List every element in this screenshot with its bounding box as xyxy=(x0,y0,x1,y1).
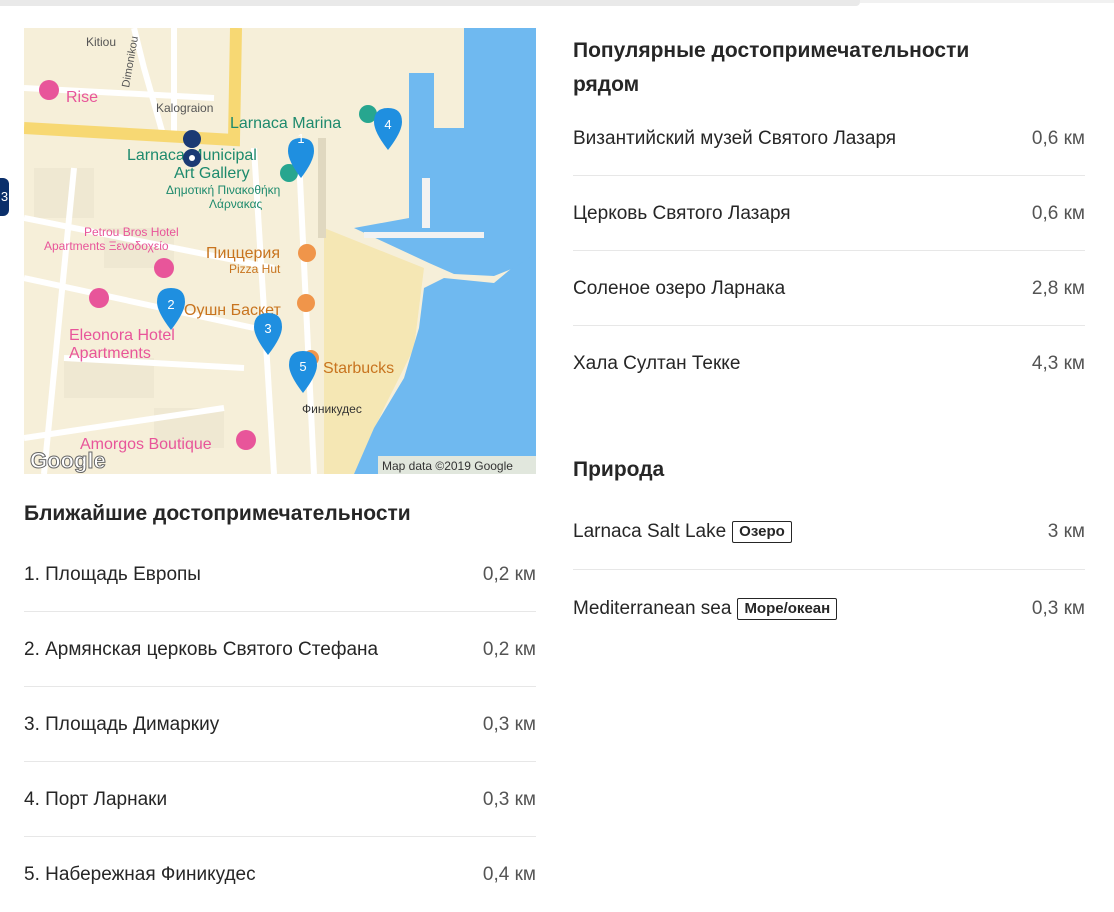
nature-item: Larnaca Salt Lake Озеро xyxy=(573,493,792,570)
list-item[interactable]: 5. Набережная Финикудес 0,4 км xyxy=(24,837,536,912)
svg-text:5: 5 xyxy=(299,359,306,374)
list-item[interactable]: 3. Площадь Димаркиу 0,3 км xyxy=(24,687,536,762)
nature-item-distance: 0,3 км xyxy=(1031,598,1085,619)
svg-text:3: 3 xyxy=(264,321,271,336)
svg-text:4: 4 xyxy=(384,117,391,132)
top-scroll-strip xyxy=(0,0,860,6)
popular-title-line1: Популярные достопримечательности xyxy=(573,39,970,62)
nearest-item-name: 2. Армянская церковь Святого Стефана xyxy=(24,639,379,660)
svg-text:Финикудес: Финикудес xyxy=(302,402,362,416)
svg-text:Pizza Hut: Pizza Hut xyxy=(229,262,281,276)
svg-text:Art Gallery: Art Gallery xyxy=(174,165,250,182)
nearest-item-distance: 0,2 км xyxy=(482,564,536,585)
popular-item-name: Византийский музей Святого Лазаря xyxy=(573,128,897,149)
svg-text:Apartments Ξενοδοχείο: Apartments Ξενοδοχείο xyxy=(44,239,169,253)
list-item[interactable]: Larnaca Salt Lake Озеро 3 км xyxy=(573,493,1085,570)
svg-text:Apartments: Apartments xyxy=(69,345,151,362)
top-strip-right xyxy=(860,0,1114,3)
popular-item-distance: 2,8 км xyxy=(1031,278,1085,299)
list-item[interactable]: Хала Султан Текке 4,3 км xyxy=(573,326,1085,401)
nearest-item-name: 1. Площадь Европы xyxy=(24,564,201,585)
svg-text:Larnaca Marina: Larnaca Marina xyxy=(230,115,341,132)
nearest-title: Ближайшие достопримечательности xyxy=(24,502,411,525)
category-badge: Море/океан xyxy=(737,597,838,620)
nearest-item-name: 3. Площадь Димаркиу xyxy=(24,714,220,735)
nature-item-name: Mediterranean sea xyxy=(573,598,732,619)
svg-text:Eleonora Hotel: Eleonora Hotel xyxy=(69,327,175,344)
svg-text:1: 1 xyxy=(297,131,304,146)
popular-item-name: Соленое озеро Ларнака xyxy=(573,278,786,299)
nearest-item-distance: 0,3 км xyxy=(482,789,536,810)
list-item[interactable]: 1. Площадь Европы 0,2 км xyxy=(24,537,536,612)
list-item[interactable]: 2. Армянская церковь Святого Стефана 0,2… xyxy=(24,612,536,687)
nearest-item-distance: 0,2 км xyxy=(482,639,536,660)
map-canvas: Kitiou Dimonikou Rise Kalograion Larnaca… xyxy=(24,28,536,474)
svg-text:Δημοτική Πινακοθήκη: Δημοτική Πινακοθήκη xyxy=(166,183,280,197)
nearest-item-distance: 0,4 км xyxy=(482,864,536,885)
nearest-item-name: 4. Порт Ларнаки xyxy=(24,789,168,810)
svg-text:Map data ©2019 Google: Map data ©2019 Google xyxy=(382,459,513,473)
list-item[interactable]: Mediterranean sea Море/океан 0,3 км xyxy=(573,570,1085,647)
nearest-item-distance: 0,3 км xyxy=(482,714,536,735)
popular-item-distance: 0,6 км xyxy=(1031,128,1085,149)
svg-text:Petrou Bros Hotel: Petrou Bros Hotel xyxy=(84,225,179,239)
list-item[interactable]: Церковь Святого Лазаря 0,6 км xyxy=(573,176,1085,251)
svg-text:Starbucks: Starbucks xyxy=(323,360,394,377)
svg-text:Пиццерия: Пиццерия xyxy=(206,245,280,262)
nature-title: Природа xyxy=(573,458,665,481)
nature-item: Mediterranean sea Море/океан xyxy=(573,570,838,647)
nature-item-distance: 3 км xyxy=(1047,521,1085,542)
svg-text:Rise: Rise xyxy=(66,89,98,106)
label-kitiou: Kitiou xyxy=(86,35,116,49)
svg-text:2: 2 xyxy=(167,297,174,312)
svg-text:Λάρνακας: Λάρνακας xyxy=(209,197,263,211)
location-map[interactable]: Kitiou Dimonikou Rise Kalograion Larnaca… xyxy=(24,28,536,474)
list-item[interactable]: 4. Порт Ларнаки 0,3 км xyxy=(24,762,536,837)
list-item[interactable]: Византийский музей Святого Лазаря 0,6 км xyxy=(573,101,1085,176)
svg-text:Google: Google xyxy=(30,448,106,473)
popular-title-line2: рядом xyxy=(573,73,640,96)
popular-item-distance: 0,6 км xyxy=(1031,203,1085,224)
nature-item-name: Larnaca Salt Lake xyxy=(573,521,727,542)
popular-item-distance: 4,3 км xyxy=(1031,353,1085,374)
nearest-item-name: 5. Набережная Финикудес xyxy=(24,864,256,885)
popular-item-name: Церковь Святого Лазаря xyxy=(573,203,791,224)
svg-text:Kalograion: Kalograion xyxy=(156,101,213,115)
popular-item-name: Хала Султан Текке xyxy=(573,353,741,374)
side-tab[interactable]: 3 xyxy=(0,178,9,216)
list-item[interactable]: Соленое озеро Ларнака 2,8 км xyxy=(573,251,1085,326)
category-badge: Озеро xyxy=(732,520,792,543)
popular-title: Популярные достопримечательности рядом xyxy=(573,34,969,102)
